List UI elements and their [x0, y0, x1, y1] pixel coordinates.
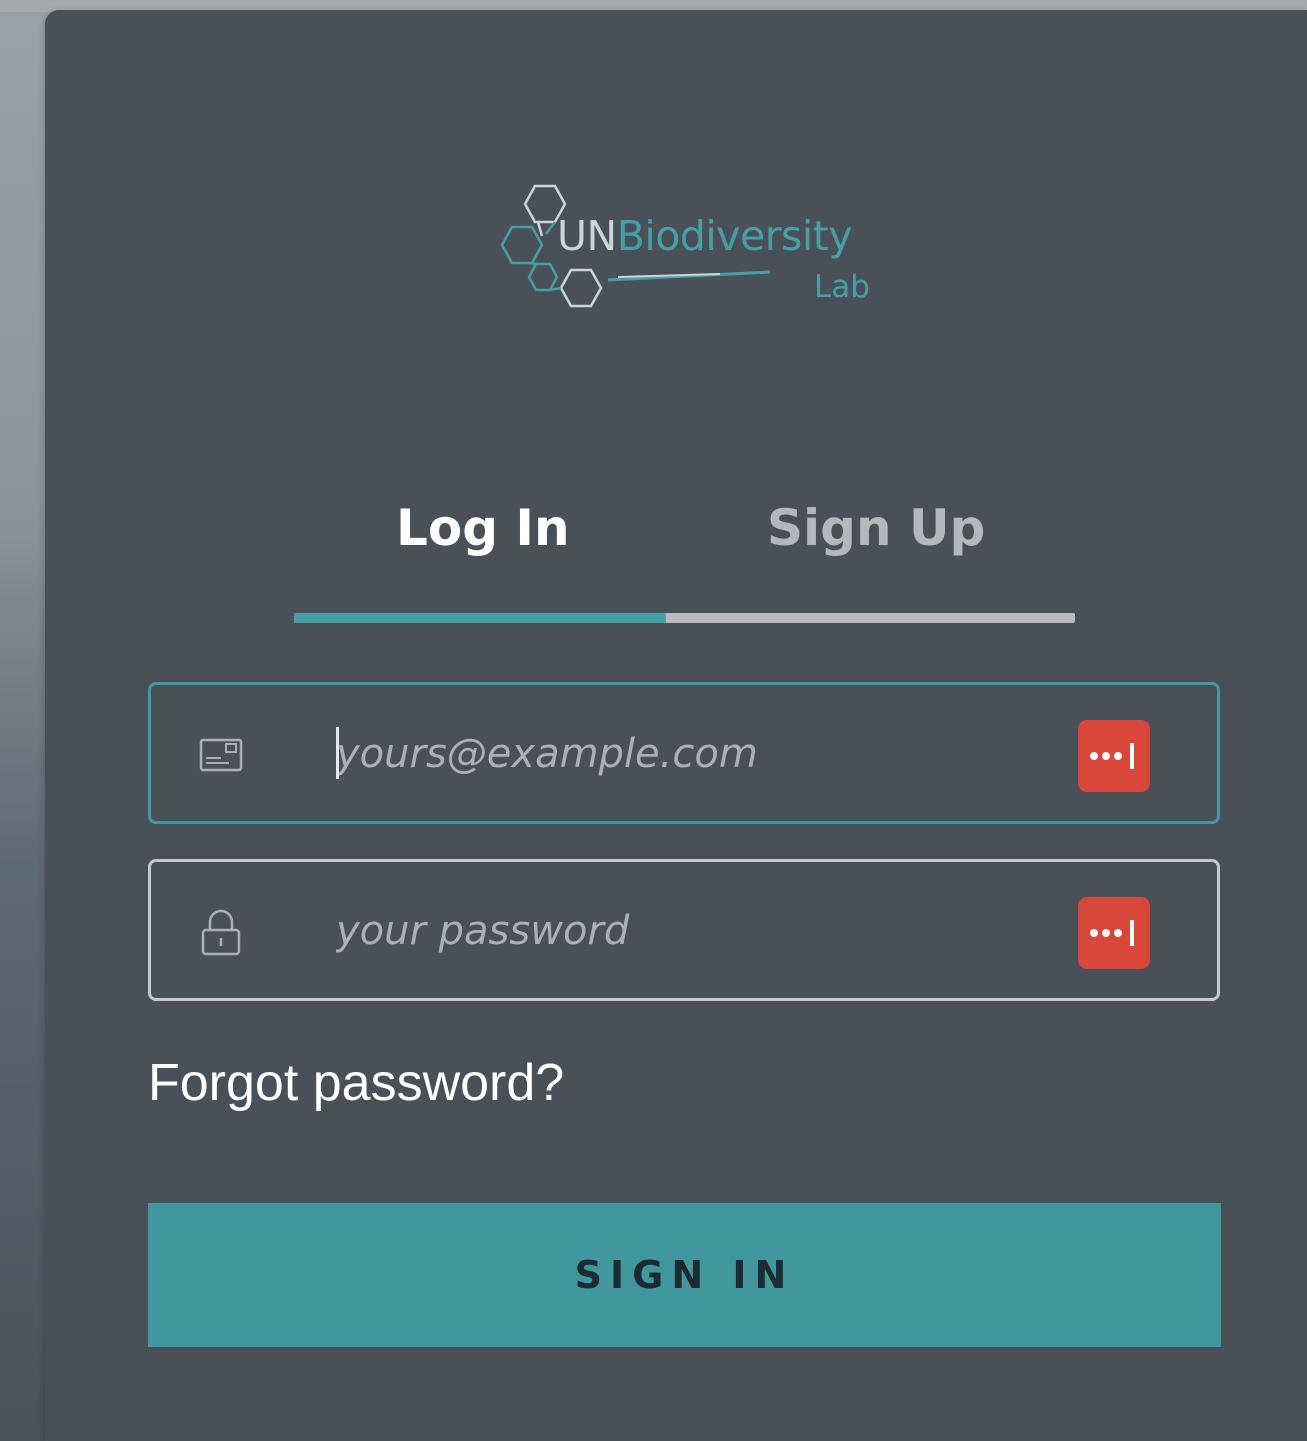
logo-title-prefix: UN [557, 212, 617, 260]
logo-title-main: Biodiversity [616, 212, 853, 260]
tab-active-indicator [294, 613, 666, 623]
lock-icon [199, 908, 243, 956]
sign-in-button[interactable]: SIGN IN [148, 1203, 1221, 1347]
tab-log-in[interactable]: Log In [396, 503, 570, 553]
unbiodiversity-lab-logo: UNBiodiversity Lab [498, 180, 878, 325]
password-manager-icon[interactable] [1078, 720, 1150, 792]
password-input[interactable] [336, 892, 1036, 970]
password-manager-icon[interactable] [1078, 897, 1150, 969]
email-input[interactable] [336, 715, 1036, 793]
password-field[interactable] [148, 859, 1220, 1001]
text-caret [336, 727, 339, 779]
forgot-password-link[interactable]: Forgot password? [148, 1054, 564, 1112]
sign-in-label: SIGN IN [574, 1253, 795, 1297]
envelope-icon [199, 731, 243, 779]
logo-subtitle: Lab [814, 269, 870, 305]
email-field[interactable] [148, 682, 1220, 824]
tab-sign-up[interactable]: Sign Up [767, 503, 985, 553]
logo-title: UNBiodiversity [557, 216, 853, 257]
